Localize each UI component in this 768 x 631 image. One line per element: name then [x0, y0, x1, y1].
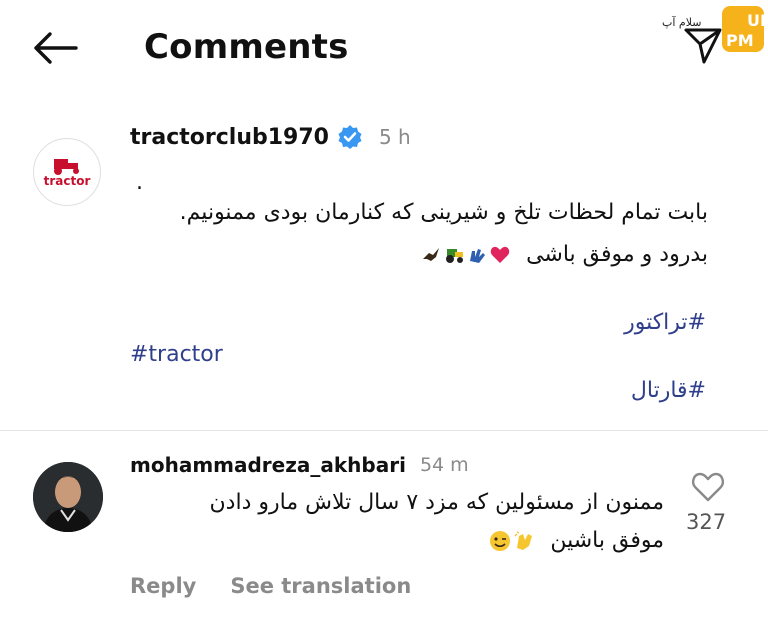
comment-text-line-2: موفق باشین: [489, 528, 664, 553]
comment-author-avatar[interactable]: [33, 462, 103, 532]
like-button[interactable]: [690, 470, 726, 504]
profile-photo-icon: [33, 462, 103, 532]
svg-text:UP: UP: [747, 11, 766, 30]
brand-logo-badge: UP PM: [722, 6, 766, 52]
red-heart-emoji-icon: [490, 246, 510, 263]
comment-timestamp: 54 m: [419, 454, 469, 476]
see-translation-button[interactable]: See translation: [230, 574, 411, 598]
share-button[interactable]: [682, 22, 724, 66]
divider: [0, 430, 768, 431]
reply-button[interactable]: Reply: [130, 574, 196, 598]
winking-face-emoji-icon: [490, 531, 511, 551]
paper-plane-icon: [684, 28, 722, 64]
hashtag-2[interactable]: #tractor: [130, 342, 223, 367]
post-caption-text-2: بدرود و موفق باشی: [526, 242, 708, 267]
comment-text-line-1: ممنون از مسئولین که مزد ۷ سال تلاش مارو …: [209, 490, 664, 515]
waving-hands-emoji-icon: [470, 249, 486, 263]
arrow-left-icon: [34, 32, 78, 64]
comment-author-name[interactable]: mohammadreza_akhbari: [130, 453, 406, 477]
tractor-club-logo-icon: tractor: [36, 141, 98, 203]
comment-text-2: موفق باشین: [550, 528, 664, 553]
post-author-name[interactable]: tractorclub1970: [130, 125, 329, 150]
post-caption-line-2: بدرود و موفق باشی: [421, 242, 708, 267]
post-dot: .: [136, 170, 143, 195]
clapping-hands-emoji-icon: [514, 531, 533, 550]
like-count: 327: [686, 510, 727, 534]
post-author-row: tractorclub1970 5 h: [130, 120, 411, 154]
comment-actions: Reply See translation: [130, 574, 411, 598]
post-emoji-group: [421, 245, 511, 265]
comment-emoji-group: [489, 530, 535, 552]
post-timestamp: 5 h: [378, 125, 411, 149]
hashtag-1[interactable]: #تراکتور: [624, 310, 706, 335]
post-caption-line-1: بابت تمام لحظات تلخ و شیرینی که کنارمان …: [179, 200, 708, 225]
back-button[interactable]: [28, 26, 84, 70]
hashtag-3[interactable]: #قارتال: [631, 378, 706, 403]
post-author-avatar[interactable]: tractor: [33, 138, 101, 206]
svg-text:tractor: tractor: [44, 174, 91, 188]
page-title: Comments: [144, 27, 349, 67]
svg-text:PM: PM: [726, 31, 754, 50]
verified-badge-icon: [338, 125, 362, 149]
tractor-emoji-icon: [446, 249, 464, 263]
comment-author-row: mohammadreza_akhbari 54 m: [130, 450, 469, 480]
heart-outline-icon: [692, 472, 724, 502]
eagle-emoji-icon: [423, 248, 440, 261]
